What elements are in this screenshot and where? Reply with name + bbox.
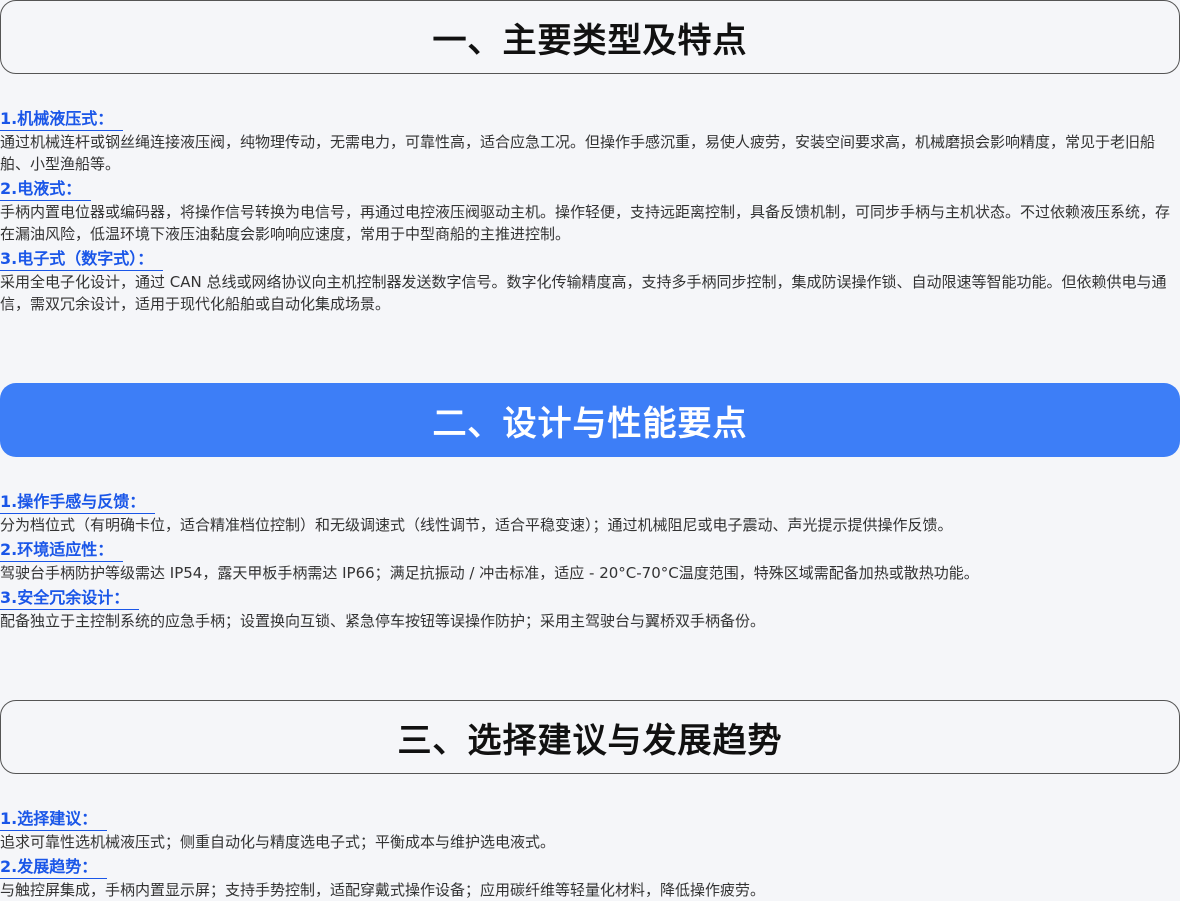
item-title-trends: 2.发展趋势： bbox=[0, 856, 108, 879]
item-text: 采用全电子化设计，通过 CAN 总线或网络协议向主机控制器发送数字信号。数字化传… bbox=[0, 273, 1167, 313]
section-title: 二、设计与性能要点 bbox=[432, 403, 748, 444]
item-title-selection: 1.选择建议： bbox=[0, 808, 108, 831]
list-item: 3.安全冗余设计： 配备独立于主控制系统的应急手柄；设置换向互锁、紧急停车按钮等… bbox=[0, 587, 1180, 632]
section-header-types: 一、主要类型及特点 bbox=[0, 0, 1180, 74]
list-item: 2.发展趋势： 与触控屏集成，手柄内置显示屏；支持手势控制，适配穿戴式操作设备；… bbox=[0, 856, 1180, 901]
section-title: 三、选择建议与发展趋势 bbox=[397, 720, 783, 761]
item-title-electro-hydraulic: 2.电液式： bbox=[0, 178, 92, 201]
list-item: 1.机械液压式： 通过机械连杆或钢丝绳连接液压阀，纯物理传动，无需电力，可靠性高… bbox=[0, 108, 1180, 175]
list-item: 2.电液式： 手柄内置电位器或编码器，将操作信号转换为电信号，再通过电控液压阀驱… bbox=[0, 178, 1180, 245]
section-header-design: 二、设计与性能要点 bbox=[0, 383, 1180, 457]
item-text: 配备独立于主控制系统的应急手柄；设置换向互锁、紧急停车按钮等误操作防护；采用主驾… bbox=[0, 612, 766, 630]
item-text: 分为档位式（有明确卡位，适合精准档位控制）和无级调速式（线性调节，适合平稳变速）… bbox=[0, 516, 953, 534]
item-text: 通过机械连杆或钢丝绳连接液压阀，纯物理传动，无需电力，可靠性高，适合应急工况。但… bbox=[0, 133, 1156, 173]
item-text: 驾驶台手柄防护等级需达 IP54，露天甲板手柄需达 IP66；满足抗振动 / 冲… bbox=[0, 564, 979, 582]
list-item: 2.环境适应性： 驾驶台手柄防护等级需达 IP54，露天甲板手柄需达 IP66；… bbox=[0, 539, 1180, 584]
section-title: 一、主要类型及特点 bbox=[432, 20, 748, 61]
list-item: 3.电子式（数字式）： 采用全电子化设计，通过 CAN 总线或网络协议向主机控制… bbox=[0, 248, 1180, 315]
section-header-trends: 三、选择建议与发展趋势 bbox=[0, 700, 1180, 774]
item-text: 与触控屏集成，手柄内置显示屏；支持手势控制，适配穿戴式操作设备；应用碳纤维等轻量… bbox=[0, 881, 766, 899]
item-text: 追求可靠性选机械液压式；侧重自动化与精度选电子式；平衡成本与维护选电液式。 bbox=[0, 833, 556, 851]
list-item: 1.操作手感与反馈： 分为档位式（有明确卡位，适合精准档位控制）和无级调速式（线… bbox=[0, 491, 1180, 536]
item-title-mechanical-hydraulic: 1.机械液压式： bbox=[0, 108, 124, 131]
item-title-environment: 2.环境适应性： bbox=[0, 539, 124, 562]
item-title-safety-redundancy: 3.安全冗余设计： bbox=[0, 587, 140, 610]
item-title-feel-feedback: 1.操作手感与反馈： bbox=[0, 491, 156, 514]
item-text: 手柄内置电位器或编码器，将操作信号转换为电信号，再通过电控液压阀驱动主机。操作轻… bbox=[0, 203, 1171, 243]
list-item: 1.选择建议： 追求可靠性选机械液压式；侧重自动化与精度选电子式；平衡成本与维护… bbox=[0, 808, 1180, 853]
item-title-electronic: 3.电子式（数字式）： bbox=[0, 248, 164, 271]
